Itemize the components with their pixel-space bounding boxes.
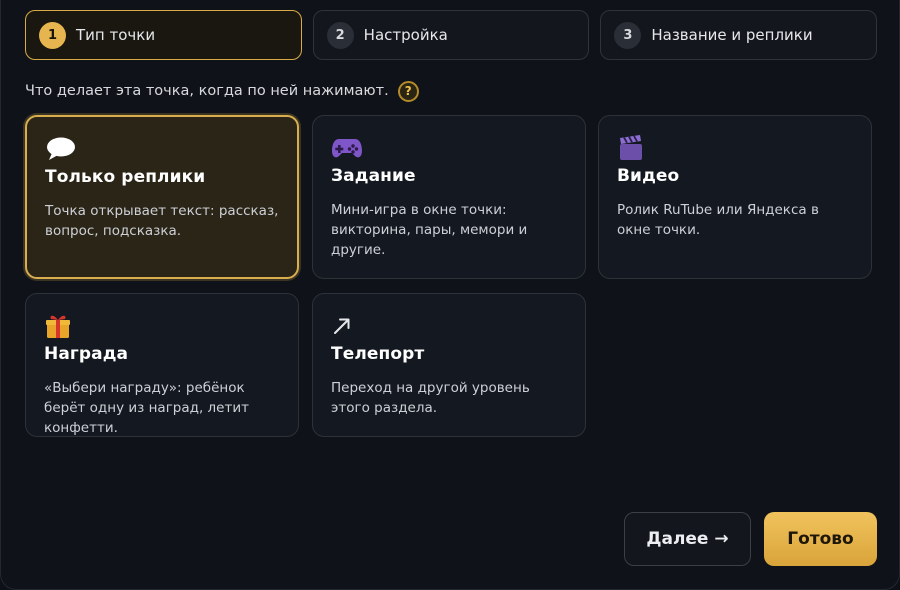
step-label: Тип точки <box>76 26 156 44</box>
card-title: Награда <box>44 344 129 364</box>
step-number: 3 <box>614 21 642 49</box>
step-type[interactable]: 1 Тип точки <box>25 10 302 60</box>
card-description: Переход на другой уровень этого раздела. <box>331 380 530 416</box>
card-reward[interactable]: Награда «Выбери награду»: ребёнок берёт … <box>25 293 299 437</box>
gift-icon <box>44 312 280 340</box>
card-title: Видео <box>617 166 680 186</box>
arrow-up-right-icon <box>331 312 567 340</box>
clapperboard-icon <box>617 134 853 162</box>
step-label: Настройка <box>363 26 448 44</box>
question-row: Что делает эта точка, когда по ней нажим… <box>25 80 419 102</box>
card-description: Ролик RuTube или Яндекса в окне точки. <box>617 202 819 238</box>
card-title: Задание <box>331 166 416 186</box>
card-title: Только реплики <box>45 167 206 187</box>
done-button[interactable]: Готово <box>764 512 877 566</box>
card-video[interactable]: Видео Ролик RuTube или Яндекса в окне то… <box>598 115 872 279</box>
gamepad-icon <box>331 134 567 162</box>
card-description: Мини-игра в окне точки: викторина, пары,… <box>331 202 528 258</box>
card-task[interactable]: Задание Мини-игра в окне точки: викторин… <box>312 115 586 279</box>
wizard-steps: 1 Тип точки 2 Настройка 3 Название и реп… <box>25 10 878 60</box>
card-title: Телепорт <box>331 344 425 364</box>
card-lines-only[interactable]: Только реплики Точка открывает текст: ра… <box>25 115 299 279</box>
card-teleport[interactable]: Телепорт Переход на другой уровень этого… <box>312 293 586 437</box>
step-number: 1 <box>39 21 66 49</box>
step-label: Название и реплики <box>651 26 813 44</box>
step-number: 2 <box>326 21 354 49</box>
type-selection-panel: 1 Тип точки 2 Настройка 3 Название и реп… <box>0 0 900 590</box>
question-text: Что делает эта точка, когда по ней нажим… <box>25 83 389 99</box>
step-settings[interactable]: 2 Настройка <box>312 10 590 60</box>
speech-bubble-icon <box>45 135 279 163</box>
card-description: «Выбери награду»: ребёнок берёт одну из … <box>44 380 249 436</box>
help-icon[interactable]: ? <box>397 80 419 102</box>
card-description: Точка открывает текст: рассказ, вопрос, … <box>45 203 279 239</box>
step-name-and-lines[interactable]: 3 Название и реплики <box>600 10 878 60</box>
next-button[interactable]: Далее → <box>624 512 751 566</box>
